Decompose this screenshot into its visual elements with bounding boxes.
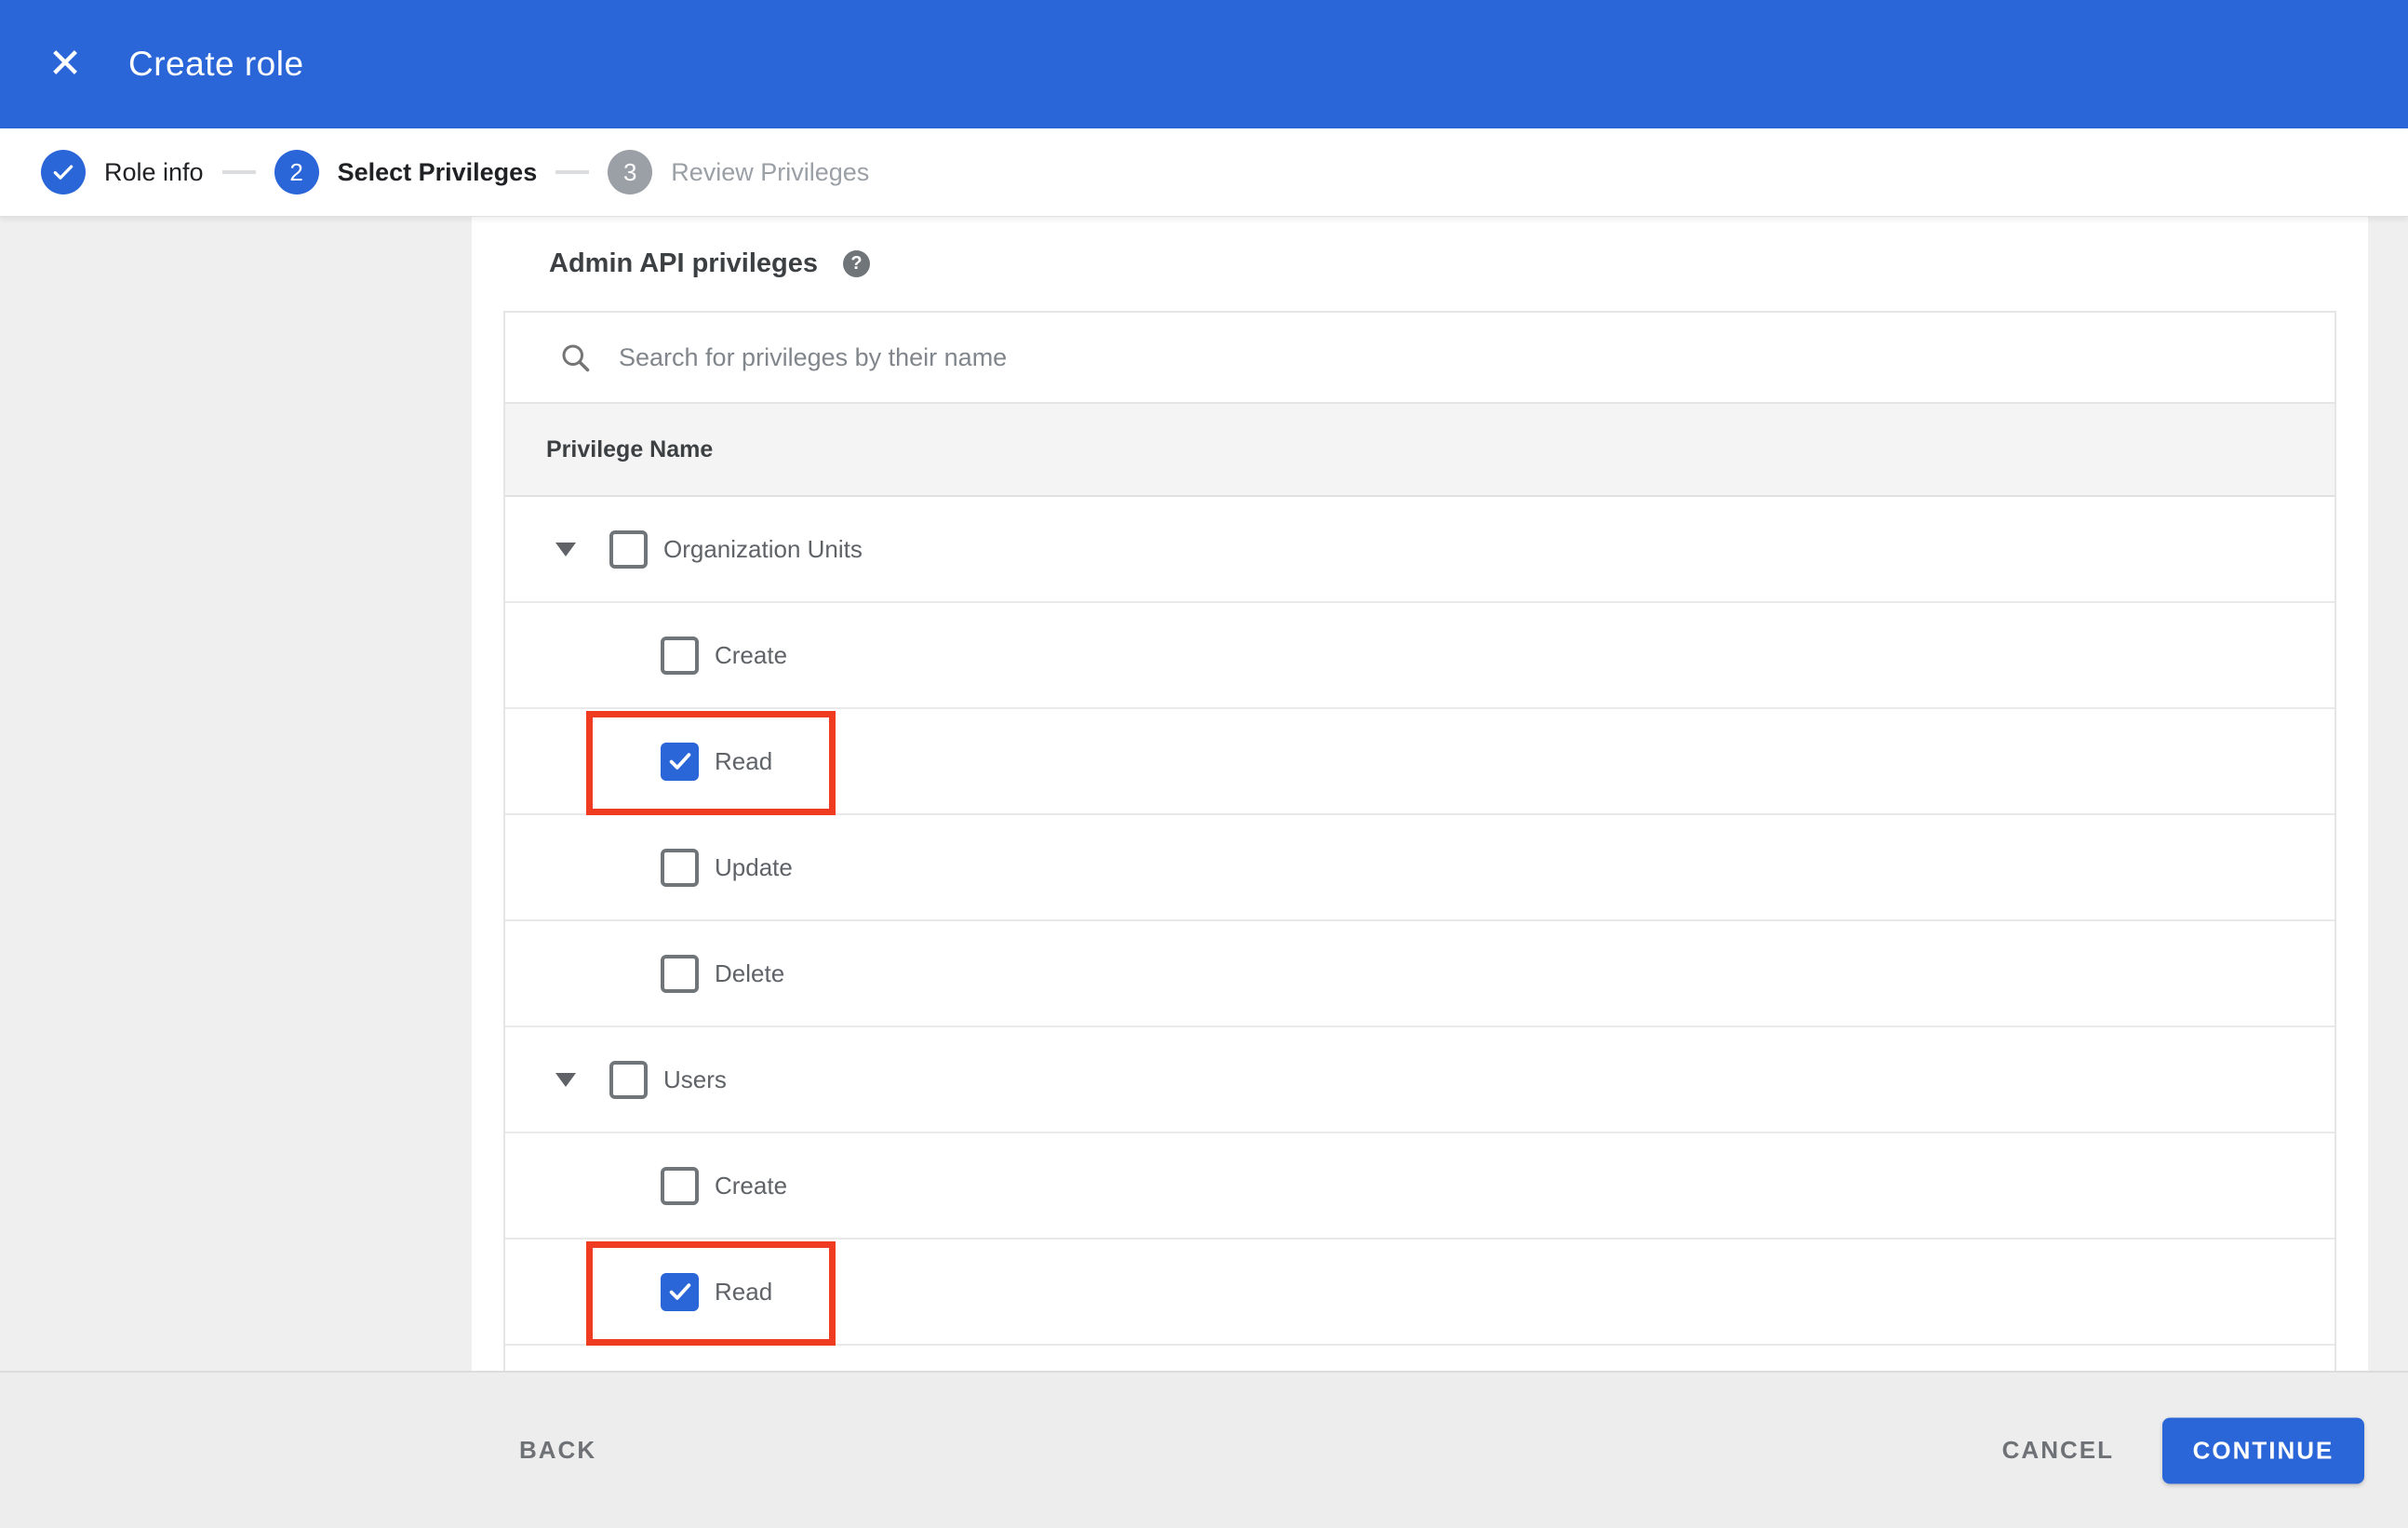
privilege-row: Read [505,709,2334,815]
privilege-checkbox[interactable] [661,848,699,887]
step-review-privileges[interactable]: 3 Review Privileges [608,150,869,194]
highlight-box [586,1241,836,1346]
privilege-checkbox[interactable] [661,636,699,675]
section-title: Admin API privileges [549,248,818,278]
privilege-label: Delete [715,958,785,987]
stepper: Role info 2 Select Privileges 3 Review P… [0,128,2408,217]
continue-button[interactable]: CONTINUE [2162,1417,2364,1483]
create-role-dialog: ✕ Create role Role info 2 Select Privile… [0,0,2408,1528]
privilege-row: Create [505,603,2334,709]
search-input[interactable] [617,342,2016,373]
close-icon[interactable]: ✕ [45,44,86,85]
search-icon [562,344,590,372]
step-connector [555,170,590,174]
app-bar: ✕ Create role [0,0,2408,128]
privilege-label: Create [715,1171,788,1200]
group-checkbox[interactable] [609,529,648,569]
privilege-label: Create [715,640,788,669]
back-button[interactable]: BACK [519,1373,596,1528]
search-row [505,313,2334,404]
step-number: 2 [274,150,319,194]
privilege-checkbox[interactable] [661,954,699,993]
group-label: Organization Units [663,534,863,563]
content-card: Admin API privileges ? Privilege Name [472,217,2368,1383]
privilege-row: Create [505,1133,2334,1240]
step-number: 3 [608,150,653,194]
privilege-label: Read [715,1277,773,1306]
group-label: Users [663,1065,727,1093]
section-heading-row: Admin API privileges ? [472,217,2368,311]
privilege-row: Read [505,1240,2334,1346]
table-header-row: Privilege Name [505,404,2334,497]
column-header-privilege-name: Privilege Name [546,436,714,462]
step-label: Select Privileges [337,157,538,186]
privileges-table: Privilege Name Organization Units Create [503,311,2336,1383]
help-icon[interactable]: ? [843,250,870,277]
privilege-group-row: Organization Units [505,497,2334,603]
privilege-row: Update [505,815,2334,921]
step-connector [221,170,256,174]
step-label: Role info [104,157,204,186]
group-checkbox[interactable] [609,1060,648,1099]
privilege-label: Read [715,746,773,775]
step-select-privileges[interactable]: 2 Select Privileges [274,150,538,194]
privilege-checkbox[interactable] [661,1272,699,1311]
privilege-label: Update [715,852,793,881]
collapse-arrow-icon[interactable] [555,1072,576,1087]
step-check-icon [41,150,86,194]
privilege-row: Delete [505,921,2334,1027]
highlight-box [586,711,836,815]
collapse-arrow-icon[interactable] [555,542,576,556]
step-role-info[interactable]: Role info [41,150,204,194]
dialog-title: Create role [128,45,304,83]
privilege-group-row: Users [505,1027,2334,1133]
cancel-button[interactable]: CANCEL [2002,1373,2114,1528]
step-label: Review Privileges [671,157,870,186]
privilege-checkbox[interactable] [661,742,699,781]
footer-bar: BACK CANCEL CONTINUE [0,1371,2408,1528]
privilege-checkbox[interactable] [661,1166,699,1205]
